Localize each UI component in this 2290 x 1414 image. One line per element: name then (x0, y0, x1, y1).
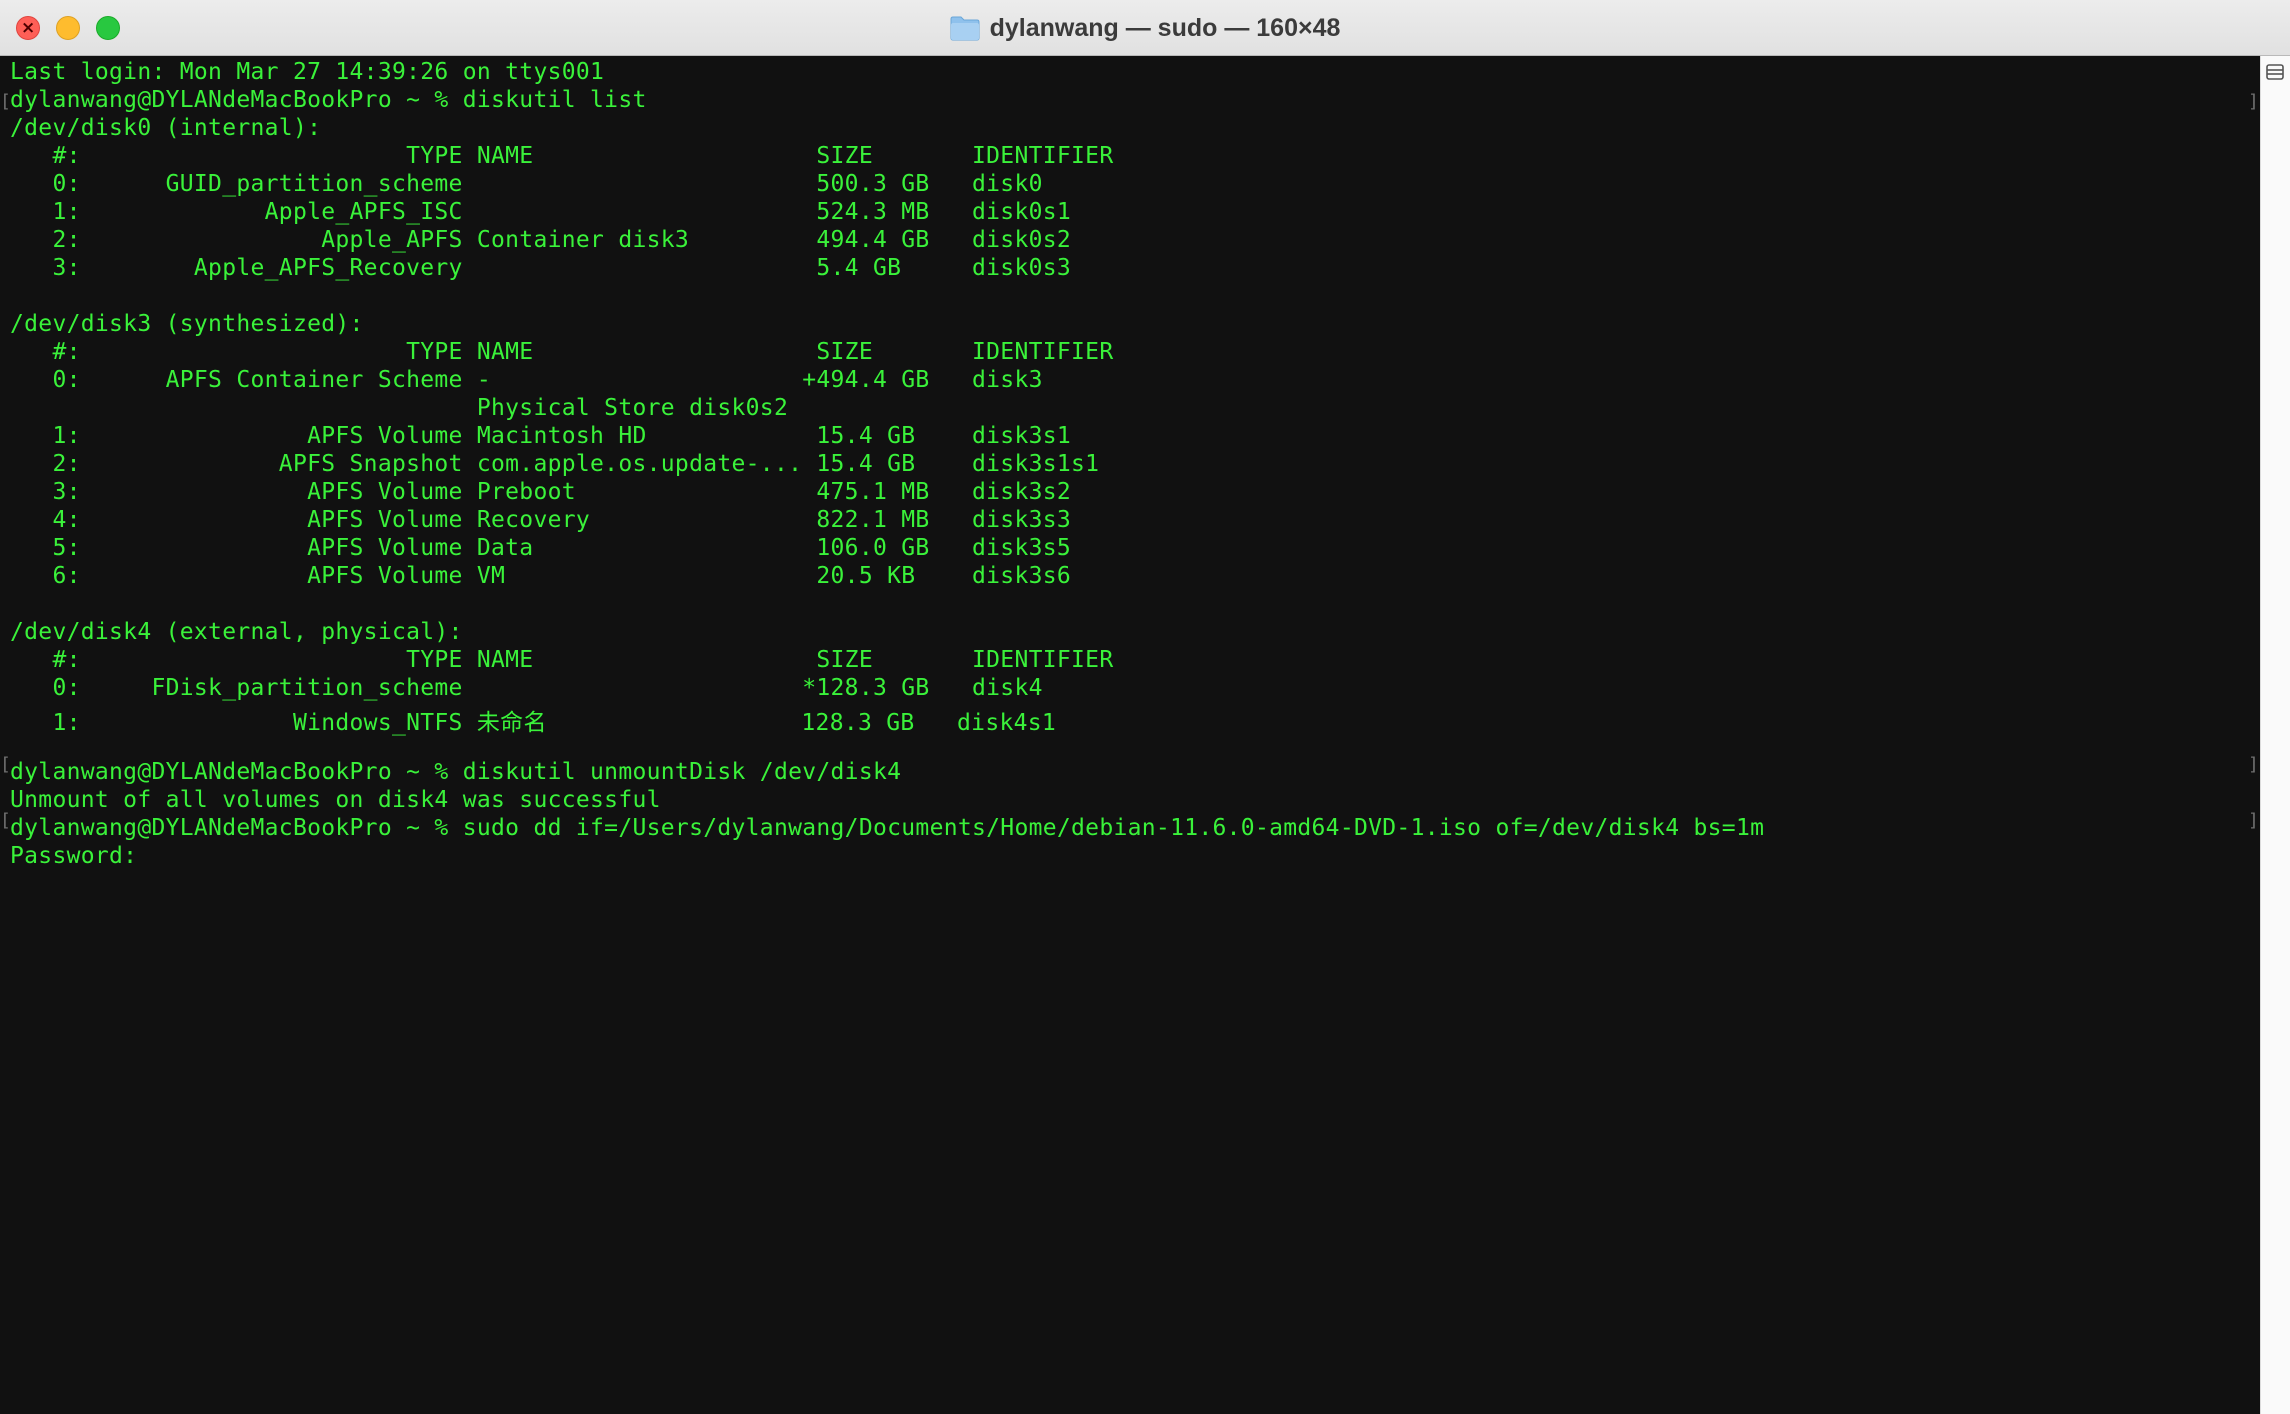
window-title-area: dylanwang — sudo — 160×48 (0, 0, 2290, 56)
mark-bracket-right: ] (2248, 91, 2259, 112)
terminal-line: dylanwang@DYLANdeMacBookPro ~ % sudo dd … (10, 815, 1765, 841)
terminal-line: Password: (10, 843, 138, 869)
terminal-line: 2: Apple_APFS Container disk3 494.4 GB d… (10, 227, 1072, 253)
terminal-line: 3: APFS Volume Preboot 475.1 MB disk3s2 (10, 479, 1072, 505)
terminal-window: × dylanwang — sudo — 160×48 Last login: … (0, 0, 2290, 1414)
terminal-line: /dev/disk3 (synthesized): (10, 311, 364, 337)
terminal-line: 1: Apple_APFS_ISC 524.3 MB disk0s1 (10, 199, 1072, 225)
terminal-line: 0: GUID_partition_scheme 500.3 GB disk0 (10, 171, 1043, 197)
split-pane-icon[interactable] (2266, 64, 2284, 80)
title-bar[interactable]: × dylanwang — sudo — 160×48 (0, 0, 2290, 56)
folder-icon (950, 15, 980, 41)
terminal-line: 4: APFS Volume Recovery 822.1 MB disk3s3 (10, 507, 1072, 533)
terminal-line: 5: APFS Volume Data 106.0 GB disk3s5 (10, 535, 1072, 561)
mark-bracket-right: ] (2248, 810, 2259, 831)
terminal-line: Last login: Mon Mar 27 14:39:26 on ttys0… (10, 59, 605, 85)
terminal-lines: Last login: Mon Mar 27 14:39:26 on ttys0… (10, 59, 1764, 871)
terminal-line: 3: Apple_APFS_Recovery 5.4 GB disk0s3 (10, 255, 1072, 281)
terminal-line: #: TYPE NAME SIZE IDENTIFIER (10, 647, 1114, 673)
terminal-line: #: TYPE NAME SIZE IDENTIFIER (10, 339, 1114, 365)
terminal-output[interactable]: Last login: Mon Mar 27 14:39:26 on ttys0… (0, 56, 2260, 1414)
mark-bracket-right: ] (2248, 754, 2259, 775)
mark-bracket-left: [ (0, 754, 11, 775)
terminal-line: #: TYPE NAME SIZE IDENTIFIER (10, 143, 1114, 169)
terminal-line: 6: APFS Volume VM 20.5 KB disk3s6 (10, 563, 1072, 589)
terminal-line: 2: APFS Snapshot com.apple.os.update-...… (10, 451, 1100, 477)
terminal-line: 0: APFS Container Scheme - +494.4 GB dis… (10, 367, 1043, 393)
mark-bracket-left: [ (0, 91, 11, 112)
terminal-line: dylanwang@DYLANdeMacBookPro ~ % diskutil… (10, 759, 902, 785)
window-title: dylanwang — sudo — 160×48 (989, 13, 1341, 42)
scrollbar[interactable] (2260, 56, 2290, 1414)
terminal-line: dylanwang@DYLANdeMacBookPro ~ % diskutil… (10, 87, 647, 113)
terminal-line: /dev/disk4 (external, physical): (10, 619, 463, 645)
terminal-line: 1: APFS Volume Macintosh HD 15.4 GB disk… (10, 423, 1072, 449)
mark-bracket-left: [ (0, 810, 11, 831)
terminal-line: 1: Windows_NTFS 未命名 128.3 GB disk4s1 (10, 710, 1057, 736)
terminal-line: /dev/disk0 (internal): (10, 115, 322, 141)
terminal-line: 0: FDisk_partition_scheme *128.3 GB disk… (10, 675, 1043, 701)
terminal-line: Unmount of all volumes on disk4 was succ… (10, 787, 661, 813)
terminal-line: Physical Store disk0s2 (10, 395, 789, 421)
